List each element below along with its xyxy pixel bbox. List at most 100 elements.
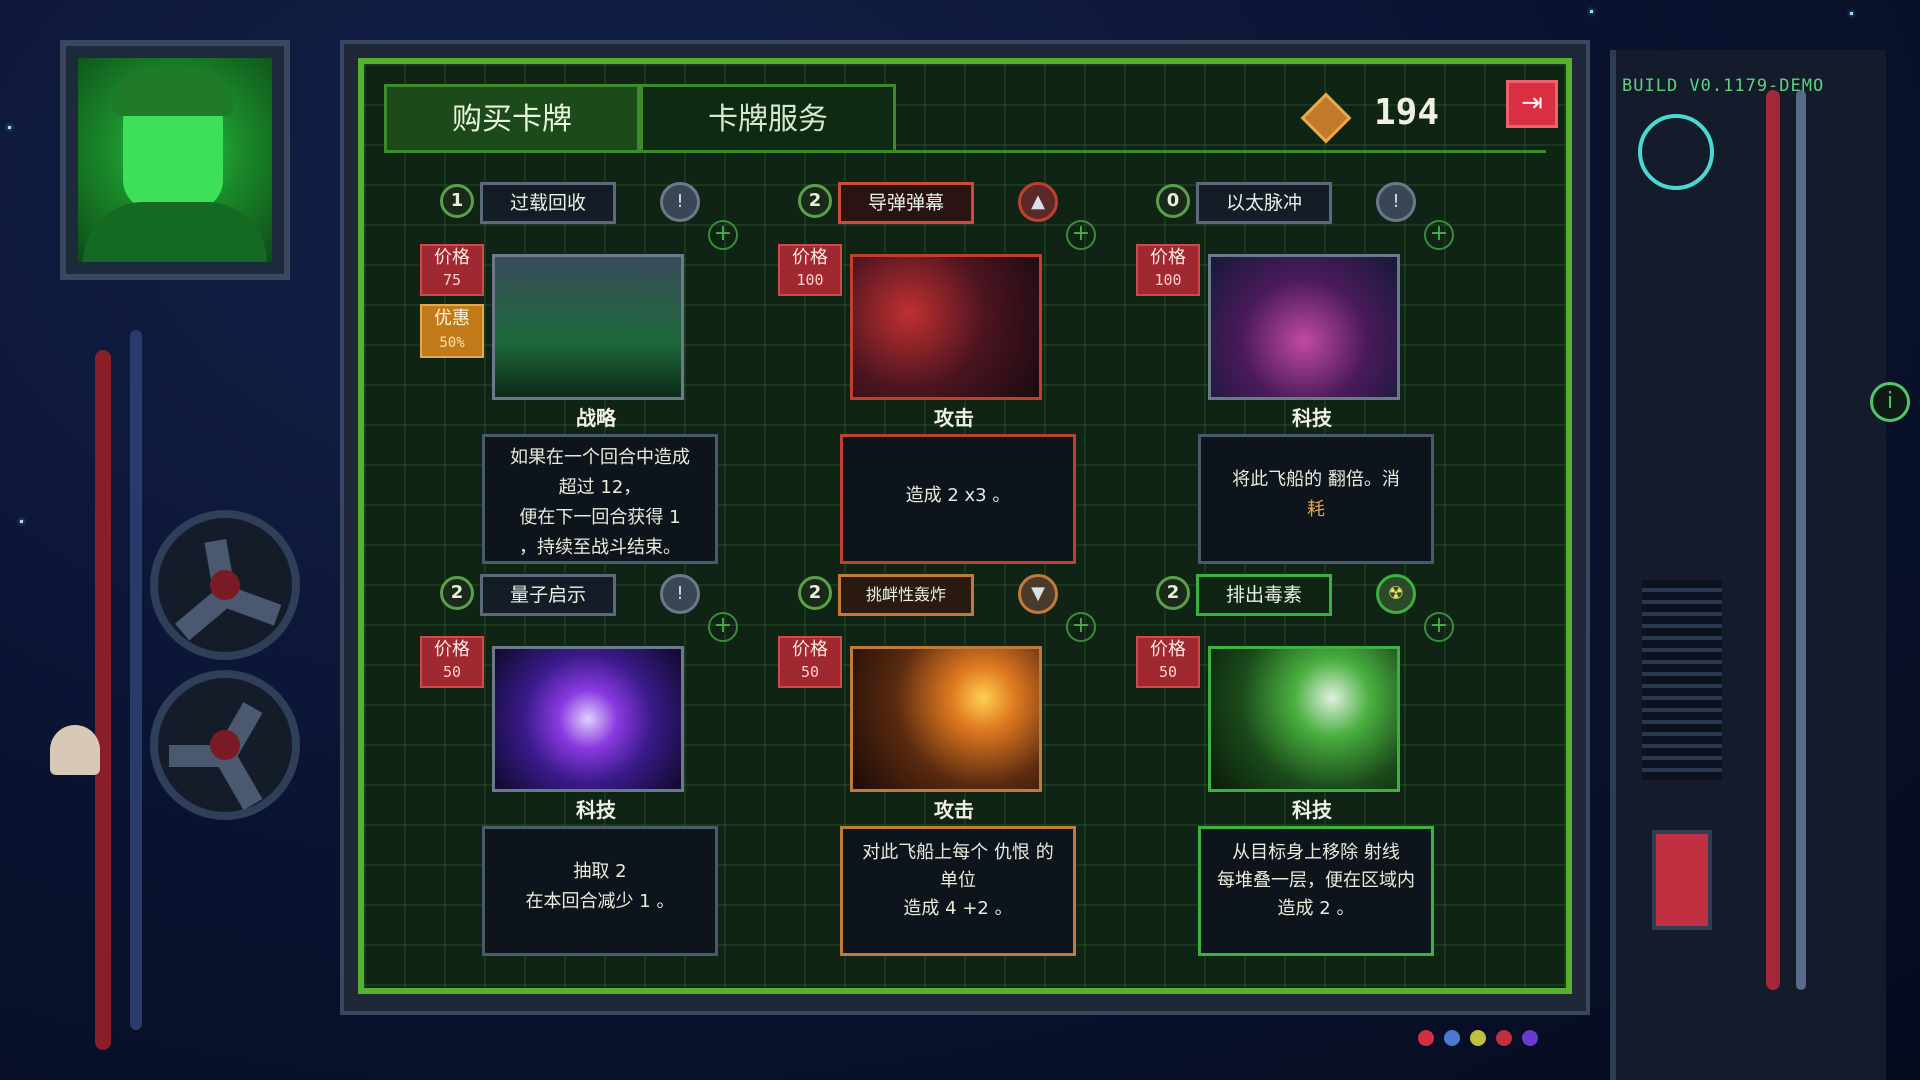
energy-cost-badge: 2 [798, 576, 832, 610]
desc-line: 便在下一回合获得 1 [519, 507, 681, 528]
radar-icon [1638, 114, 1714, 190]
card-shop-window: 购买卡牌 卡牌服务 194 ⇥ 1 过载回收 ! + 价格 75 优惠 50% … [358, 58, 1572, 994]
shop-card[interactable]: 1 过载回收 ! + 价格 75 优惠 50% 0 战略 如果在一个回合中造成 … [420, 182, 738, 564]
desc-line: ，持续至战斗结束。 [519, 537, 681, 558]
price-label: 价格 [1150, 639, 1186, 660]
add-icon[interactable]: + [708, 612, 738, 642]
card-type: 战略 [576, 406, 616, 430]
cooling-fan [150, 510, 300, 660]
fan-blade [215, 750, 263, 810]
card-art [492, 254, 684, 400]
discount-tag: 优惠 50% [420, 304, 484, 358]
price-tag: 价格 100 [778, 244, 842, 296]
card-body: 科技 从目标身上移除 射线 每堆叠一层，便在区域内 造成 2 。 [1192, 596, 1434, 956]
status-lights [1418, 1030, 1548, 1050]
shop-card[interactable]: 0 以太脉冲 ! + 价格 100 0 科技 将此飞船的 翻倍。消 耗 [1136, 182, 1454, 564]
shop-card[interactable]: 2 挑衅性轰炸 ▼ + 价格 50 2 3 攻击 对此飞船上每个 仇恨 的 单位… [778, 574, 1096, 956]
cooling-fan [150, 670, 300, 820]
right-hud [1610, 50, 1886, 1080]
fan-blade [215, 702, 263, 762]
desc-line: 在本回合减少 1 。 [525, 891, 675, 912]
card-art [850, 254, 1042, 400]
discount-label: 优惠 [434, 308, 470, 329]
price-label: 价格 [1150, 247, 1186, 268]
card-art [1208, 646, 1400, 792]
price-label: 价格 [792, 247, 828, 268]
energy-cost-badge: 2 [798, 184, 832, 218]
card-type: 攻击 [934, 798, 974, 822]
star [1590, 10, 1593, 13]
fan-blade [204, 538, 236, 598]
star [8, 126, 11, 129]
card-description: 从目标身上移除 射线 每堆叠一层，便在区域内 造成 2 。 [1198, 826, 1434, 956]
pipe [1766, 90, 1780, 990]
price-value: 100 [796, 271, 824, 289]
fan-blade [169, 745, 225, 767]
exit-button[interactable]: ⇥ [1506, 80, 1558, 128]
price-value: 50 [1158, 663, 1178, 681]
add-icon[interactable]: + [1424, 220, 1454, 250]
status-light [1470, 1030, 1486, 1046]
desc-line: 抽取 2 [573, 861, 627, 882]
card-art [850, 646, 1042, 792]
desc-line: 对此飞船上每个 仇恨 的 [862, 842, 1054, 863]
desc-line: 将此飞船的 翻倍。消 [1232, 469, 1400, 490]
tab-underline [384, 150, 1546, 153]
star [1850, 12, 1853, 15]
price-label: 价格 [434, 639, 470, 660]
add-icon[interactable]: + [1066, 612, 1096, 642]
card-description: 对此飞船上每个 仇恨 的 单位 造成 4 +2 。 [840, 826, 1076, 956]
card-art [1208, 254, 1400, 400]
desc-line: 造成 2 x3 。 [905, 485, 1011, 506]
desc-line: 从目标身上移除 射线 [1232, 842, 1400, 863]
price-tag: 价格 50 [420, 636, 484, 688]
desc-line: 如果在一个回合中造成 [510, 447, 690, 468]
energy-cost-badge: 0 [1156, 184, 1190, 218]
card-type: 攻击 [934, 406, 974, 430]
price-value: 100 [1154, 271, 1182, 289]
desc-line: 耗 [1307, 499, 1325, 520]
card-type: 科技 [576, 798, 616, 822]
price-label: 价格 [792, 639, 828, 660]
left-hud [40, 30, 300, 1080]
captain-portrait[interactable] [78, 58, 272, 262]
captain-uniform [83, 202, 267, 262]
desc-line: 造成 2 。 [1277, 898, 1355, 919]
tab-card-services[interactable]: 卡牌服务 [640, 84, 896, 150]
price-value: 75 [442, 271, 462, 289]
credits-value: 194 [1374, 92, 1440, 133]
red-gauge [1652, 830, 1712, 930]
price-tag: 价格 100 [1136, 244, 1200, 296]
card-body: 科技 将此飞船的 翻倍。消 耗 [1192, 204, 1434, 564]
price-tag: 价格 50 [778, 636, 842, 688]
card-body: 战略 如果在一个回合中造成 超过 12， 便在下一回合获得 1 ，持续至战斗结束… [476, 204, 718, 564]
card-body: 攻击 对此飞船上每个 仇恨 的 单位 造成 4 +2 。 [834, 596, 1076, 956]
card-art [492, 646, 684, 792]
card-body: 科技 抽取 2 在本回合减少 1 。 [476, 596, 718, 956]
crew-member-avatar[interactable] [50, 725, 100, 775]
red-pipe [95, 350, 111, 1050]
vent-grille [1642, 580, 1722, 780]
add-icon[interactable]: + [1424, 612, 1454, 642]
status-light [1522, 1030, 1538, 1046]
shop-card[interactable]: 2 量子启示 ! + 价格 50 0 科技 抽取 2 在本回合减少 1 。 [420, 574, 738, 956]
tab-buy-cards[interactable]: 购买卡牌 [384, 84, 640, 150]
add-icon[interactable]: + [1066, 220, 1096, 250]
price-label: 价格 [434, 247, 470, 268]
card-type: 科技 [1292, 798, 1332, 822]
shop-card[interactable]: 2 导弹弹幕 ▲ + 价格 100 2 5 攻击 造成 2 x3 。 [778, 182, 1096, 564]
card-description: 造成 2 x3 。 [840, 434, 1076, 564]
price-tag: 价格 75 [420, 244, 484, 296]
energy-cost-badge: 2 [1156, 576, 1190, 610]
add-icon[interactable]: + [708, 220, 738, 250]
captain-portrait-frame [60, 40, 290, 280]
card-description: 如果在一个回合中造成 超过 12， 便在下一回合获得 1 ，持续至战斗结束。 [482, 434, 718, 564]
info-icon[interactable]: i [1870, 382, 1910, 422]
star [20, 520, 23, 523]
shop-card[interactable]: 2 排出毒素 ☢ + 价格 50 0 科技 从目标身上移除 射线 每堆叠一层，便… [1136, 574, 1454, 956]
card-description: 将此飞船的 翻倍。消 耗 [1198, 434, 1434, 564]
desc-line: 超过 12， [558, 477, 642, 498]
build-version: BUILD V0.1179-DEMO [1622, 76, 1825, 96]
status-light [1444, 1030, 1460, 1046]
discount-value: 50% [439, 335, 465, 351]
